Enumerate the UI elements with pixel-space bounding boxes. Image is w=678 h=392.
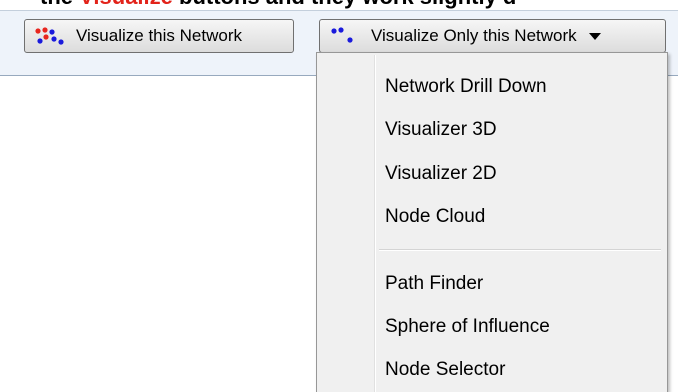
page: the Visualize buttons and they work slig… bbox=[0, 0, 678, 392]
chevron-down-icon[interactable] bbox=[588, 32, 601, 40]
network-dots-blue-icon bbox=[331, 27, 353, 43]
menu-item-label: Node Cloud bbox=[385, 206, 486, 227]
menu-item-sphere-of-influence[interactable]: Sphere of Influence bbox=[319, 309, 665, 345]
network-dots-red-blue-icon bbox=[35, 27, 64, 45]
menu-item-visualizer-2d[interactable]: Visualizer 2D bbox=[319, 156, 665, 192]
menu-item-path-finder[interactable]: Path Finder bbox=[319, 266, 665, 302]
visualize-only-this-network-button[interactable]: Visualize Only this Network bbox=[319, 19, 666, 53]
visualizer-dropdown-menu: Network Drill Down Visualizer 3D Visuali… bbox=[316, 52, 668, 392]
menu-item-label: Network Drill Down bbox=[385, 76, 547, 97]
caption-accent-word: Visualize bbox=[79, 0, 173, 9]
clipped-caption: the Visualize buttons and they work slig… bbox=[0, 0, 678, 10]
caption-after: buttons and they work slightly d bbox=[173, 0, 516, 9]
menu-separator bbox=[379, 249, 661, 251]
menu-item-label: Visualizer 2D bbox=[385, 163, 497, 184]
menu-item-visualizer-3d[interactable]: Visualizer 3D bbox=[319, 112, 665, 148]
visualize-this-network-button[interactable]: Visualize this Network bbox=[24, 19, 294, 53]
menu-item-label: Node Selector bbox=[385, 359, 506, 380]
menu-item-node-cloud[interactable]: Node Cloud bbox=[319, 199, 665, 235]
menu-item-node-selector[interactable]: Node Selector bbox=[319, 352, 665, 388]
menu-item-label: Path Finder bbox=[385, 273, 484, 294]
menu-item-label: Visualizer 3D bbox=[385, 119, 497, 140]
visualize-this-network-label: Visualize this Network bbox=[76, 26, 242, 45]
visualize-only-this-network-label: Visualize Only this Network bbox=[371, 26, 577, 45]
caption-before: the bbox=[40, 0, 79, 9]
menu-item-label: Sphere of Influence bbox=[385, 316, 550, 337]
menu-item-network-drill-down[interactable]: Network Drill Down bbox=[319, 69, 665, 105]
